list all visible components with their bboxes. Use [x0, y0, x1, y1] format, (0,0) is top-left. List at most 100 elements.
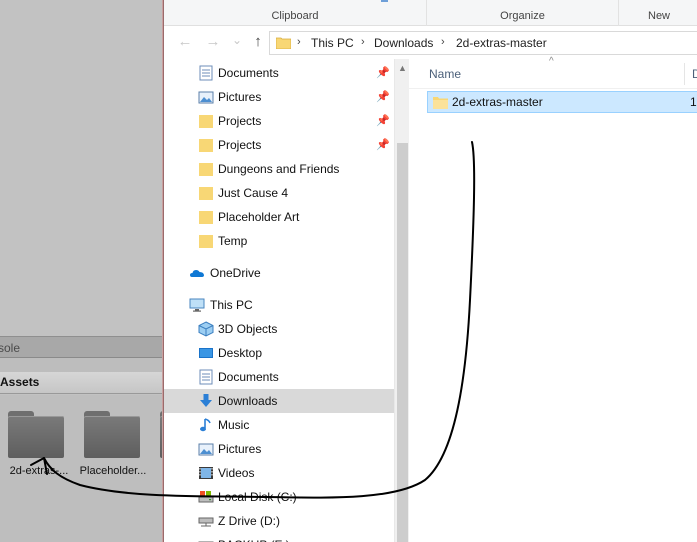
nav-item-z-drive-d[interactable]: Z Drive (D:)	[164, 509, 394, 533]
console-tab-label: sole	[0, 341, 21, 355]
file-row[interactable]: 2d-extras-master 1	[427, 91, 697, 113]
navigation-scrollbar[interactable]: ▲	[394, 59, 409, 542]
nav-item-label: Projects	[218, 114, 262, 128]
assets-title[interactable]: Assets	[0, 375, 39, 389]
ribbon-group-clipboard: Clipboard	[164, 0, 427, 26]
pin-icon: 📌	[376, 67, 390, 79]
nav-item-label: 3D Objects	[218, 322, 278, 336]
unity-editor: sole Assets 2d-extras-... Placeholder...	[0, 0, 165, 542]
folder-icon	[433, 97, 448, 109]
nav-item-3d-objects[interactable]: 3D Objects	[164, 317, 394, 341]
breadcrumb-separator[interactable]: ›	[297, 36, 301, 48]
nav-item-onedrive[interactable]: OneDrive	[164, 261, 394, 285]
pin-icon: 📌	[376, 139, 390, 151]
nav-item-label: Pictures	[218, 90, 262, 104]
sort-ascending-icon: ^	[549, 56, 554, 67]
nav-item-label: Dungeons and Friends	[218, 162, 340, 176]
pin-icon: 📌	[376, 91, 390, 103]
drive-icon	[198, 541, 214, 542]
unity-folder-icon[interactable]	[80, 407, 142, 459]
desktop-icon	[199, 348, 213, 358]
breadcrumb-separator[interactable]: ›	[361, 36, 365, 48]
nav-item-label: Just Cause 4	[218, 186, 289, 200]
nav-item-pictures-quick[interactable]: Pictures 📌	[164, 85, 394, 109]
documents-icon	[199, 65, 213, 81]
nav-item-label: Projects	[218, 138, 262, 152]
ribbon-group-new: New	[648, 10, 671, 22]
up-button[interactable]: ↑	[249, 33, 267, 51]
folder-icon	[199, 187, 213, 200]
this-pc-icon	[189, 298, 205, 312]
file-list-pane: Name ^ D 2d-extras-master 1	[409, 56, 697, 542]
folder-icon	[276, 37, 291, 49]
breadcrumb-separator[interactable]: ›	[441, 36, 445, 48]
nav-item-label: Desktop	[218, 346, 263, 360]
pictures-icon	[198, 443, 214, 456]
nav-item-label: Pictures	[218, 442, 262, 456]
nav-item-label: Documents	[218, 66, 279, 80]
folder-icon	[199, 163, 213, 176]
unity-panel-gap	[0, 358, 165, 372]
column-divider[interactable]	[684, 63, 685, 85]
nav-item-desktop[interactable]: Desktop	[164, 341, 394, 365]
onedrive-icon	[190, 270, 204, 277]
network-drive-icon	[198, 517, 214, 527]
nav-item-projects-2[interactable]: Projects 📌	[164, 133, 394, 157]
downloads-icon	[200, 394, 212, 407]
nav-item-label: Videos	[218, 466, 255, 480]
breadcrumb-2d-extras-master[interactable]: 2d-extras-master	[456, 36, 547, 50]
unity-folder-icon[interactable]	[4, 407, 66, 459]
nav-item-just-cause-4[interactable]: Just Cause 4	[164, 181, 394, 205]
nav-item-temp[interactable]: Temp	[164, 229, 394, 253]
unity-folder-label: 2d-extras-...	[9, 465, 69, 477]
pin-icon: 📌	[376, 115, 390, 127]
breadcrumb-this-pc[interactable]: This PC	[311, 36, 354, 50]
back-button[interactable]: ←	[176, 33, 194, 51]
column-header-name[interactable]: Name	[429, 67, 461, 81]
nav-item-backup-e[interactable]: BACKUP (E:)	[164, 533, 394, 542]
nav-item-label: BACKUP (E:)	[218, 533, 290, 542]
unity-folder-label: Placeholder...	[79, 465, 147, 477]
nav-item-label: This PC	[210, 298, 253, 312]
recent-locations-button[interactable]: ⌄	[228, 31, 246, 49]
nav-item-pictures[interactable]: Pictures	[164, 437, 394, 461]
nav-item-this-pc[interactable]: This PC	[164, 293, 394, 317]
folder-icon	[199, 211, 213, 224]
nav-item-label: OneDrive	[210, 266, 261, 280]
column-header-date[interactable]: D	[692, 67, 697, 81]
pictures-icon	[198, 91, 214, 104]
nav-item-label: Documents	[218, 370, 279, 384]
file-date-truncated: 1	[690, 95, 697, 109]
nav-item-label: Music	[218, 418, 250, 432]
videos-icon	[199, 467, 213, 479]
nav-item-label: Temp	[218, 234, 248, 248]
scrollbar-thumb[interactable]	[397, 143, 408, 542]
breadcrumb-downloads[interactable]: Downloads	[374, 36, 433, 50]
ribbon: Clipboard Organize New	[164, 0, 697, 26]
file-explorer-window: Clipboard Organize New ← → ⌄ ↑ › This PC…	[163, 0, 697, 542]
nav-item-local-disk-c[interactable]: Local Disk (C:)	[164, 485, 394, 509]
3d-objects-icon	[198, 321, 214, 337]
documents-icon	[199, 369, 213, 385]
nav-item-projects-1[interactable]: Projects 📌	[164, 109, 394, 133]
address-field[interactable]: › This PC › Downloads › 2d-extras-master	[269, 31, 697, 55]
local-disk-icon	[198, 491, 214, 503]
nav-item-label: Downloads	[218, 394, 278, 408]
navigation-pane: Documents 📌 Pictures 📌 Projects 📌 Projec…	[164, 59, 409, 542]
nav-item-dungeons-and-friends[interactable]: Dungeons and Friends	[164, 157, 394, 181]
nav-item-downloads[interactable]: Downloads	[164, 389, 394, 413]
assets-breadcrumb-bar: Assets	[0, 372, 165, 394]
nav-item-documents-quick[interactable]: Documents 📌	[164, 61, 394, 85]
folder-icon	[199, 235, 213, 248]
scroll-up-icon[interactable]: ▲	[398, 63, 407, 73]
nav-item-music[interactable]: Music	[164, 413, 394, 437]
nav-item-placeholder-art[interactable]: Placeholder Art	[164, 205, 394, 229]
console-tab[interactable]: sole	[0, 336, 165, 358]
folder-icon	[199, 115, 213, 128]
nav-item-documents[interactable]: Documents	[164, 365, 394, 389]
ribbon-group-organize: Organize	[427, 0, 619, 26]
address-bar: ← → ⌄ ↑ › This PC › Downloads › 2d-extra…	[164, 27, 697, 58]
forward-button[interactable]: →	[204, 33, 222, 51]
music-icon	[200, 418, 211, 432]
nav-item-videos[interactable]: Videos	[164, 461, 394, 485]
